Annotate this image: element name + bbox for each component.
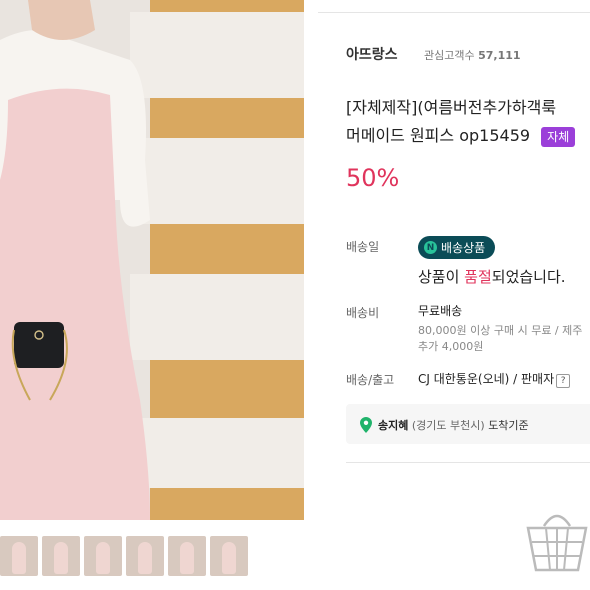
naver-n-icon: N	[424, 241, 437, 254]
naver-delivery-text: 배송상품	[441, 241, 486, 255]
location-pin-icon	[360, 417, 372, 433]
location-suffix: 도착기준	[488, 419, 529, 432]
own-brand-badge: 자체	[541, 127, 576, 147]
thumbnail[interactable]	[210, 536, 248, 576]
release-label: 배송/출고	[346, 373, 395, 387]
location-region: (경기도 부천시)	[411, 419, 485, 432]
courier-text: CJ 대한통운(오네) / 판매자	[418, 372, 555, 386]
help-icon[interactable]: ?	[556, 374, 571, 388]
thumbnail[interactable]	[84, 536, 122, 576]
shipping-condition: 80,000원 이상 구매 시 무료 / 제주 추가 4,000원	[418, 323, 582, 355]
divider	[346, 462, 590, 463]
fans-label: 관심고객수	[424, 49, 475, 62]
shipping-fee-label: 배송비	[346, 306, 380, 320]
soldout-message: 상품이 품절되었습니다.	[418, 266, 566, 287]
fans-count: 관심고객수 57,111	[424, 47, 521, 63]
delivery-location-text: 송지혜 (경기도 부천시) 도착기준	[378, 417, 529, 433]
fans-number: 57,111	[478, 49, 521, 62]
courier-info: CJ 대한통운(오네) / 판매자?	[418, 370, 571, 388]
store-name[interactable]: 아뜨랑스	[346, 44, 398, 64]
thumbnail[interactable]	[168, 536, 206, 576]
discount-rate: 50%	[346, 164, 400, 192]
product-title-line2: 머메이드 원피스 op15459	[346, 126, 531, 145]
model-figure	[0, 0, 150, 520]
location-name: 송지혜	[378, 419, 409, 432]
delivery-date-label: 배송일	[346, 240, 380, 254]
shipping-condition-line1: 80,000원 이상 구매 시 무료 / 제주	[418, 324, 583, 337]
product-title-line1: [자체제작](여름버전추가하객룩	[346, 98, 557, 117]
product-main-image[interactable]	[0, 0, 304, 520]
delivery-location-box[interactable]: 송지혜 (경기도 부천시) 도착기준	[346, 404, 590, 444]
thumbnail[interactable]	[126, 536, 164, 576]
soldout-prefix: 상품이	[418, 268, 465, 286]
thumbnail[interactable]	[42, 536, 80, 576]
thumbnail-strip	[0, 536, 304, 580]
product-info-panel: 아뜨랑스 관심고객수 57,111 [자체제작](여름버전추가하객룩 머메이드 …	[318, 0, 590, 590]
shipping-condition-line2: 추가 4,000원	[418, 340, 484, 353]
soldout-suffix: 되었습니다.	[491, 268, 566, 286]
shipping-fee-value: 무료배송	[418, 304, 463, 318]
product-title: [자체제작](여름버전추가하객룩 머메이드 원피스 op15459 자체	[346, 94, 576, 150]
soldout-highlight: 품절	[464, 268, 492, 286]
divider	[318, 12, 590, 13]
naver-delivery-pill[interactable]: N 배송상품	[418, 236, 496, 259]
thumbnail[interactable]	[0, 536, 38, 576]
basket-icon[interactable]	[524, 504, 590, 574]
